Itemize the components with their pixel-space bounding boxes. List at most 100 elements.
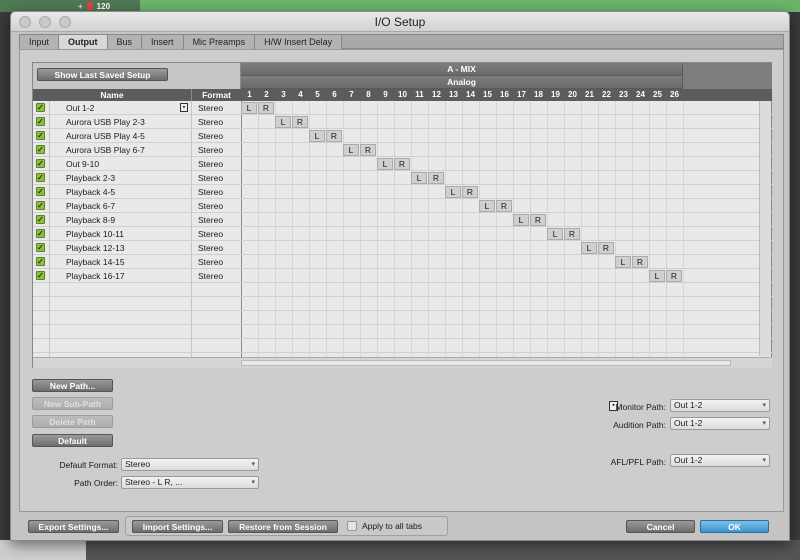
tab-insert[interactable]: Insert — [142, 35, 184, 49]
path-format[interactable]: Stereo — [198, 130, 223, 142]
assignment-right-cell[interactable]: R — [666, 270, 682, 282]
path-active-checkbox[interactable]: ✓ — [36, 243, 45, 252]
path-active-checkbox[interactable]: ✓ — [36, 131, 45, 140]
path-active-checkbox[interactable]: ✓ — [36, 103, 45, 112]
path-active-checkbox[interactable]: ✓ — [36, 201, 45, 210]
apply-to-all-tabs-checkbox[interactable] — [347, 521, 357, 531]
monitor-path-select[interactable]: Out 1-2 ▾ — [670, 399, 770, 412]
channel-number: 5 — [315, 90, 320, 99]
path-name[interactable]: Playback 6-7 — [66, 200, 115, 212]
assignment-left-cell[interactable]: L — [411, 172, 427, 184]
tab-bus[interactable]: Bus — [107, 35, 143, 49]
assignment-left-cell[interactable]: L — [241, 102, 257, 114]
channel-number: 23 — [619, 90, 628, 99]
path-active-checkbox[interactable]: ✓ — [36, 257, 45, 266]
path-format[interactable]: Stereo — [198, 256, 223, 268]
path-name[interactable]: Playback 8-9 — [66, 214, 115, 226]
path-name[interactable]: Playback 12-13 — [66, 242, 125, 254]
path-format[interactable]: Stereo — [198, 242, 223, 254]
assignment-right-cell[interactable]: R — [258, 102, 274, 114]
tab-hw-insert-delay[interactable]: H/W Insert Delay — [255, 35, 343, 49]
assignment-right-cell[interactable]: R — [360, 144, 376, 156]
default-format-select[interactable]: Stereo ▾ — [121, 458, 259, 471]
assignment-right-cell[interactable]: R — [598, 242, 614, 254]
assignment-right-cell[interactable]: R — [292, 116, 308, 128]
assignment-left-cell[interactable]: L — [615, 256, 631, 268]
path-format[interactable]: Stereo — [198, 214, 223, 226]
assignment-left-cell[interactable]: L — [377, 158, 393, 170]
assignment-left-cell[interactable]: L — [649, 270, 665, 282]
path-name[interactable]: Playback 14-15 — [66, 256, 125, 268]
cancel-button[interactable]: Cancel — [626, 520, 695, 533]
path-format[interactable]: Stereo — [198, 172, 223, 184]
path-format[interactable]: Stereo — [198, 200, 223, 212]
assignment-right-cell[interactable]: R — [564, 228, 580, 240]
path-active-checkbox[interactable]: ✓ — [36, 159, 45, 168]
assignment-right-cell[interactable]: R — [462, 186, 478, 198]
path-name[interactable]: Aurora USB Play 2-3 — [66, 116, 145, 128]
tab-mic-preamps[interactable]: Mic Preamps — [183, 35, 256, 49]
assignment-left-cell[interactable]: L — [309, 130, 325, 142]
ok-button[interactable]: OK — [700, 520, 769, 533]
path-name[interactable]: Playback 16-17 — [66, 270, 125, 282]
restore-from-session-button[interactable]: Restore from Session — [228, 520, 338, 533]
path-name[interactable]: Playback 10-11 — [66, 228, 124, 240]
path-active-checkbox[interactable]: ✓ — [36, 271, 45, 280]
path-format[interactable]: Stereo — [198, 102, 223, 114]
path-name[interactable]: Aurora USB Play 4-5 — [66, 130, 145, 142]
scroll-thumb[interactable] — [241, 360, 731, 366]
title-bar[interactable]: I/O Setup — [11, 12, 789, 32]
tempo-flag-icon — [86, 2, 93, 10]
path-format[interactable]: Stereo — [198, 186, 223, 198]
assignment-right-cell[interactable]: R — [326, 130, 342, 142]
delete-path-button[interactable]: Delete Path — [32, 415, 113, 428]
vertical-scrollbar[interactable] — [759, 101, 771, 356]
assignment-left-cell[interactable]: L — [343, 144, 359, 156]
path-active-checkbox[interactable]: ✓ — [36, 229, 45, 238]
assignment-left-cell[interactable]: L — [445, 186, 461, 198]
assignment-left-cell[interactable]: L — [581, 242, 597, 254]
assignment-left-cell[interactable]: L — [479, 200, 495, 212]
path-format[interactable]: Stereo — [198, 158, 223, 170]
path-active-checkbox[interactable]: ✓ — [36, 145, 45, 154]
path-active-checkbox[interactable]: ✓ — [36, 173, 45, 182]
path-name[interactable]: Aurora USB Play 6-7 — [66, 144, 145, 156]
path-active-checkbox[interactable]: ✓ — [36, 117, 45, 126]
assignment-right-cell[interactable]: R — [530, 214, 546, 226]
path-order-label: Path Order: — [74, 478, 118, 488]
tab-output[interactable]: Output — [59, 35, 108, 49]
format-column-header[interactable]: Format — [191, 89, 241, 101]
show-last-saved-setup-button[interactable]: Show Last Saved Setup — [37, 68, 168, 81]
window-title: I/O Setup — [374, 15, 426, 29]
path-format[interactable]: Stereo — [198, 270, 223, 282]
horizontal-scrollbar[interactable] — [33, 357, 772, 368]
path-active-checkbox[interactable]: ✓ — [36, 187, 45, 196]
assignment-right-cell[interactable]: R — [394, 158, 410, 170]
default-button[interactable]: Default — [32, 434, 113, 447]
assignment-left-cell[interactable]: L — [547, 228, 563, 240]
afl-pfl-path-select[interactable]: Out 1-2 ▾ — [670, 454, 770, 467]
assignment-right-cell[interactable]: R — [632, 256, 648, 268]
export-settings-button[interactable]: Export Settings... — [28, 520, 119, 533]
path-name[interactable]: Out 1-2 — [66, 102, 94, 114]
path-name[interactable]: Playback 2-3 — [66, 172, 115, 184]
audition-path-select[interactable]: Out 1-2 ▾ — [670, 417, 770, 430]
new-sub-path-button[interactable]: New Sub-Path — [32, 397, 113, 410]
import-settings-button[interactable]: Import Settings... — [132, 520, 223, 533]
new-path-button[interactable]: New Path... — [32, 379, 113, 392]
channel-number: 22 — [602, 90, 611, 99]
assignment-left-cell[interactable]: L — [275, 116, 291, 128]
assignment-right-cell[interactable]: R — [428, 172, 444, 184]
path-format[interactable]: Stereo — [198, 116, 223, 128]
assignment-right-cell[interactable]: R — [496, 200, 512, 212]
path-name[interactable]: Playback 4-5 — [66, 186, 115, 198]
assignment-left-cell[interactable]: L — [513, 214, 529, 226]
path-format[interactable]: Stereo — [198, 228, 223, 240]
name-column-header[interactable]: Name — [33, 89, 191, 101]
path-name[interactable]: Out 9-10 — [66, 158, 99, 170]
tab-input[interactable]: Input — [20, 35, 60, 49]
path-format[interactable]: Stereo — [198, 144, 223, 156]
path-order-select[interactable]: Stereo - L R, ... ▾ — [121, 476, 259, 489]
add-icon[interactable]: + — [78, 2, 83, 11]
path-active-checkbox[interactable]: ✓ — [36, 215, 45, 224]
